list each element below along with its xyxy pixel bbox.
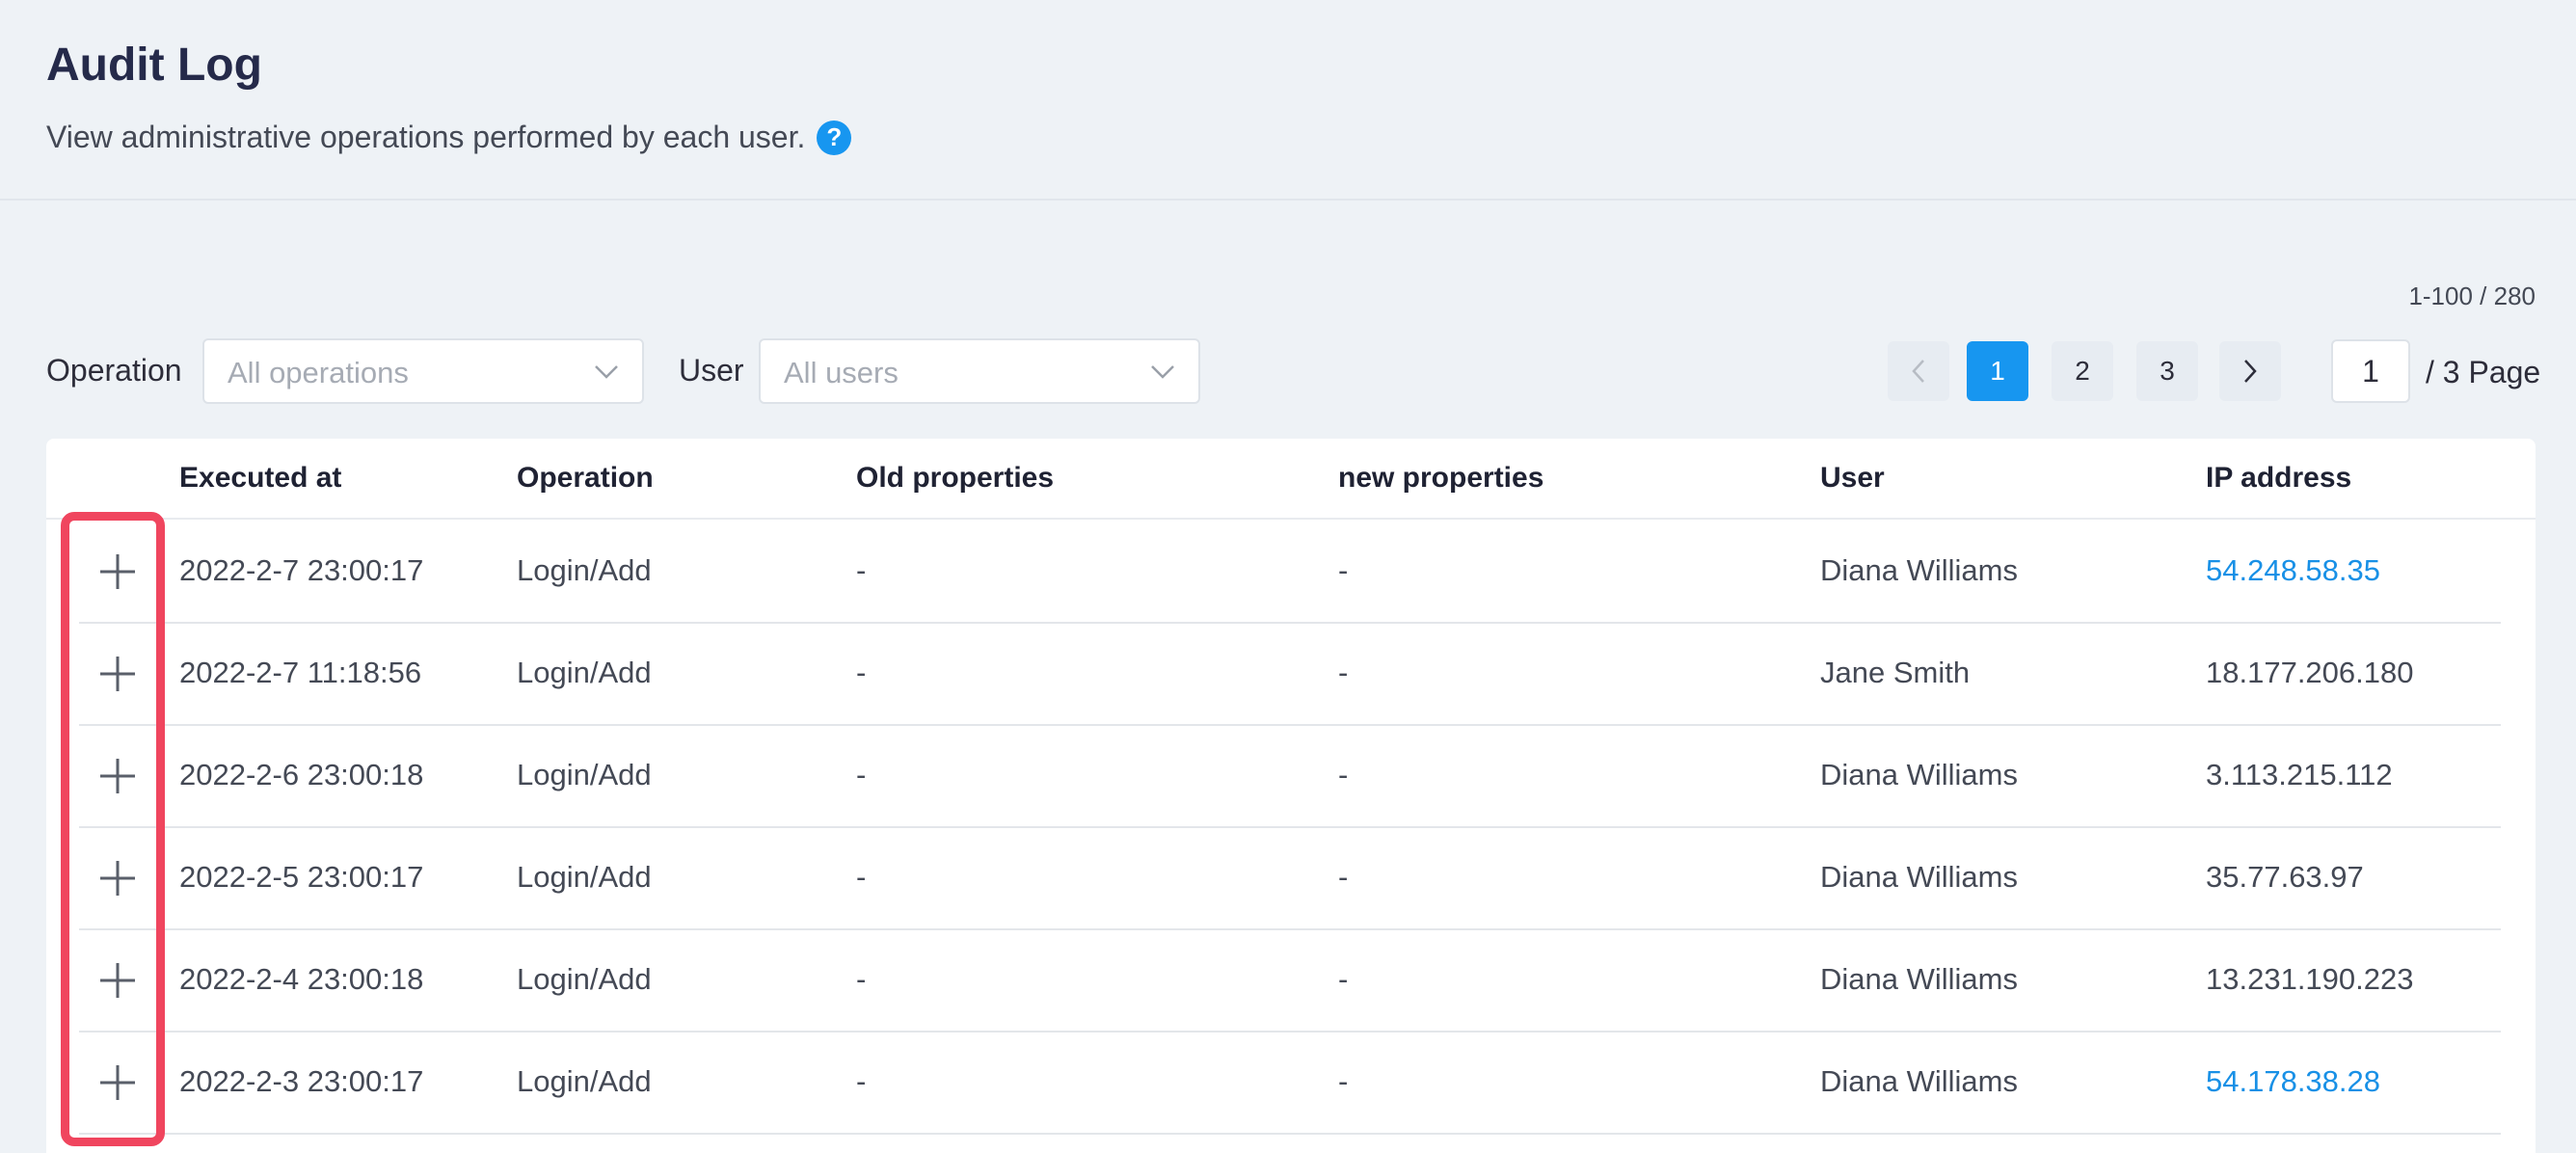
- subtitle-text: View administrative operations performed…: [46, 120, 806, 154]
- audit-log-page: Audit Log View administrative operations…: [0, 0, 2576, 1153]
- cell-old-properties: -: [856, 860, 867, 894]
- cell-new-properties: -: [1338, 758, 1349, 791]
- cell-user: Diana Williams: [1820, 1064, 2018, 1098]
- user-filter-label: User: [679, 353, 744, 388]
- cell-new-properties: -: [1338, 962, 1349, 996]
- question-circle-icon[interactable]: ?: [817, 120, 852, 155]
- table-row[interactable]: 2022-2-7 11:18:56 Login/Add - - Jane Smith 18…: [79, 624, 2501, 726]
- table-row[interactable]: 2022-2-3 23:00:17 Login/Add - - Diana Willia…: [79, 1032, 2501, 1135]
- column-header-operation[interactable]: Operation: [517, 462, 654, 495]
- prev-page-button[interactable]: [1888, 341, 1949, 401]
- plus-icon: [100, 963, 135, 998]
- cell-ip-address[interactable]: 54.178.38.28: [2206, 1064, 2380, 1099]
- expand-row-button[interactable]: [96, 755, 139, 797]
- cell-operation: Login/Add: [517, 1064, 652, 1098]
- cell-new-properties: -: [1338, 553, 1349, 587]
- operation-select-placeholder: All operations: [228, 356, 409, 389]
- page-header: Audit Log View administrative operations…: [0, 0, 2576, 201]
- chevron-left-icon: [1912, 360, 1924, 383]
- operation-filter-label: Operation: [46, 353, 182, 388]
- page-button-2[interactable]: 2: [2052, 341, 2113, 401]
- cell-operation: Login/Add: [517, 962, 652, 996]
- table-row[interactable]: 2022-2-5 23:00:17 Login/Add - - Diana Willia…: [79, 828, 2501, 930]
- cell-user: Diana Williams: [1820, 860, 2018, 894]
- cell-ip-address: 13.231.190.223: [2206, 962, 2414, 996]
- table-row[interactable]: 2022-2-7 23:00:17 Login/Add - - Diana Willia…: [79, 522, 2501, 624]
- cell-user: Diana Williams: [1820, 553, 2018, 587]
- plus-icon: [100, 861, 135, 896]
- user-select[interactable]: All users: [759, 338, 1200, 404]
- page-title: Audit Log: [46, 40, 262, 91]
- expand-row-button[interactable]: [96, 550, 139, 593]
- page-subtitle: View administrative operations performed…: [46, 120, 852, 155]
- cell-executed-at: 2022-2-6 23:00:18: [179, 758, 424, 791]
- cell-executed-at: 2022-2-4 23:00:18: [179, 962, 424, 996]
- cell-executed-at: 2022-2-3 23:00:17: [179, 1064, 424, 1098]
- column-header-ip-address[interactable]: IP address: [2206, 462, 2351, 495]
- next-page-button[interactable]: [2219, 341, 2281, 401]
- audit-log-table: Executed at Operation Old properties new…: [46, 439, 2536, 1153]
- cell-operation: Login/Add: [517, 553, 652, 587]
- plus-icon: [100, 1065, 135, 1100]
- table-row[interactable]: 2022-2-4 23:00:18 Login/Add - - Diana Willia…: [79, 930, 2501, 1032]
- column-header-new-properties[interactable]: new properties: [1338, 462, 1543, 495]
- cell-operation: Login/Add: [517, 860, 652, 894]
- user-select-placeholder: All users: [784, 356, 899, 389]
- column-header-executed-at[interactable]: Executed at: [179, 462, 341, 495]
- expand-row-button[interactable]: [96, 1061, 139, 1104]
- plus-icon: [100, 657, 135, 691]
- cell-user: Diana Williams: [1820, 962, 2018, 996]
- cell-ip-address: 18.177.206.180: [2206, 656, 2414, 689]
- expand-row-button[interactable]: [96, 653, 139, 695]
- page-button-3[interactable]: 3: [2136, 341, 2198, 401]
- column-header-user[interactable]: User: [1820, 462, 1885, 495]
- expand-row-button[interactable]: [96, 959, 139, 1002]
- cell-new-properties: -: [1338, 1064, 1349, 1098]
- plus-icon: [100, 759, 135, 793]
- cell-operation: Login/Add: [517, 656, 652, 689]
- column-header-old-properties[interactable]: Old properties: [856, 462, 1054, 495]
- cell-old-properties: -: [856, 656, 867, 689]
- page-number-input[interactable]: [2331, 339, 2410, 403]
- table-row[interactable]: 2022-2-6 23:00:18 Login/Add - - Diana Willia…: [79, 726, 2501, 828]
- page-total-label: / 3 Page: [2426, 355, 2541, 389]
- table-header: Executed at Operation Old properties new…: [46, 439, 2536, 520]
- chevron-down-icon: [595, 365, 618, 379]
- cell-old-properties: -: [856, 553, 867, 587]
- cell-new-properties: -: [1338, 860, 1349, 894]
- cell-executed-at: 2022-2-7 11:18:56: [179, 656, 422, 689]
- cell-user: Jane Smith: [1820, 656, 1971, 689]
- chevron-down-icon: [1151, 365, 1174, 379]
- cell-old-properties: -: [856, 962, 867, 996]
- cell-ip-address: 3.113.215.112: [2206, 758, 2393, 791]
- cell-ip-address: 35.77.63.97: [2206, 860, 2364, 894]
- cell-executed-at: 2022-2-5 23:00:17: [179, 860, 424, 894]
- cell-old-properties: -: [856, 758, 867, 791]
- cell-new-properties: -: [1338, 656, 1349, 689]
- expand-row-button[interactable]: [96, 857, 139, 899]
- cell-executed-at: 2022-2-7 23:00:17: [179, 553, 424, 587]
- result-range-count: 1-100 / 280: [2408, 282, 2536, 310]
- operation-select[interactable]: All operations: [202, 338, 644, 404]
- cell-user: Diana Williams: [1820, 758, 2018, 791]
- plus-icon: [100, 554, 135, 589]
- cell-old-properties: -: [856, 1064, 867, 1098]
- cell-ip-address[interactable]: 54.248.58.35: [2206, 553, 2380, 588]
- page-button-1[interactable]: 1: [1967, 341, 2028, 401]
- cell-operation: Login/Add: [517, 758, 652, 791]
- chevron-right-icon: [2244, 360, 2257, 383]
